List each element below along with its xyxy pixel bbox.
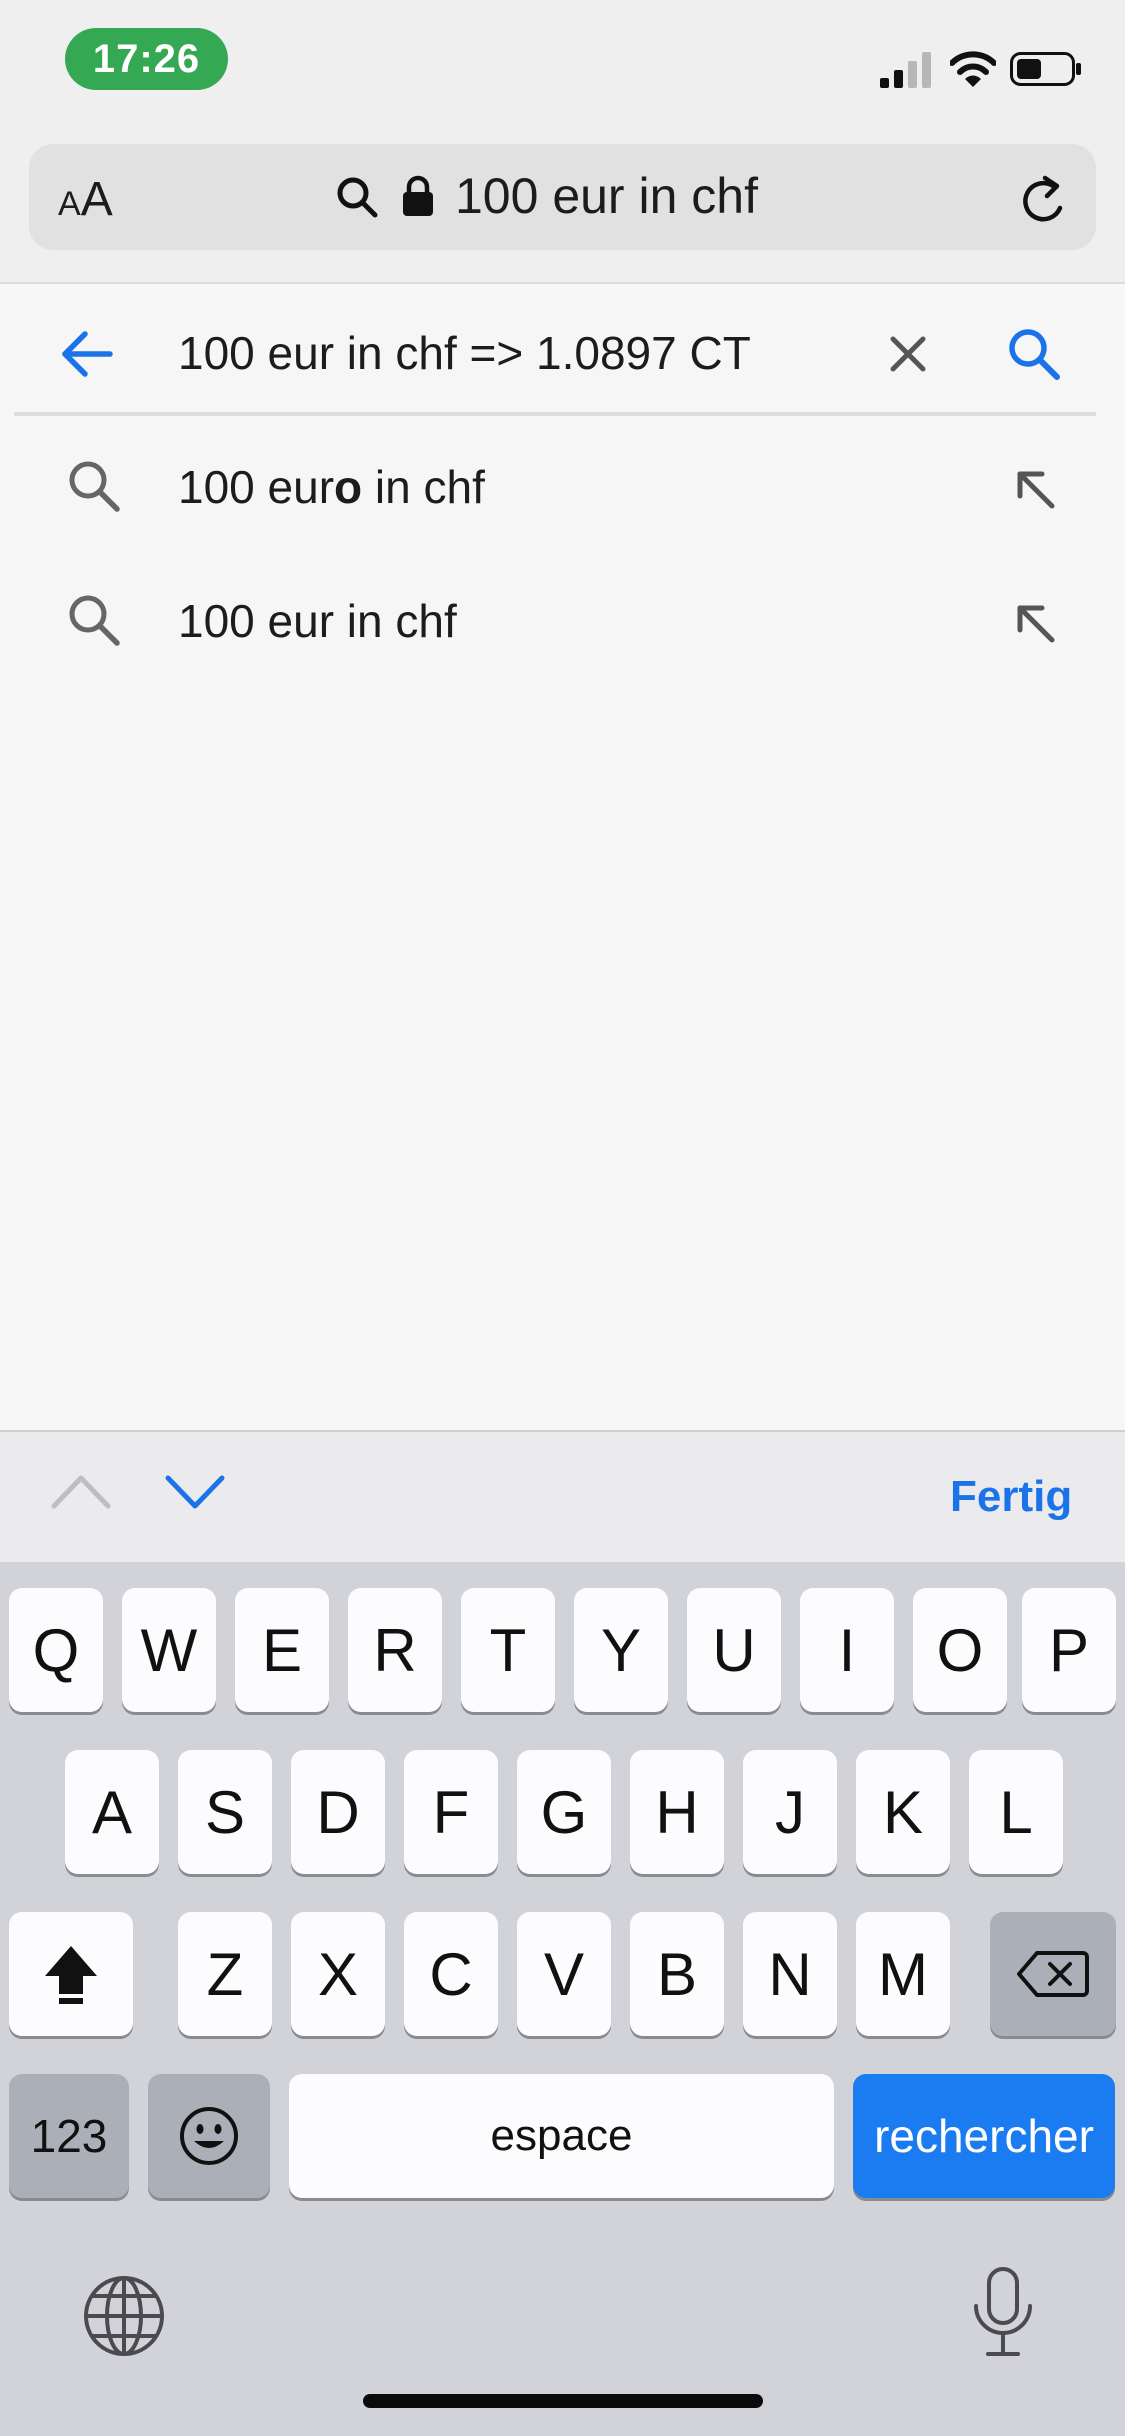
key-v[interactable]: V <box>517 1912 611 2036</box>
key-j[interactable]: J <box>743 1750 837 1874</box>
key-z[interactable]: Z <box>178 1912 272 2036</box>
key-w[interactable]: W <box>122 1588 216 1712</box>
fill-arrow-icon[interactable] <box>1012 466 1058 512</box>
lock-icon <box>403 175 433 216</box>
globe-icon[interactable] <box>82 2274 166 2358</box>
key-s[interactable]: S <box>178 1750 272 1874</box>
key-l[interactable]: L <box>969 1750 1063 1874</box>
search-return-key[interactable]: rechercher <box>853 2074 1115 2198</box>
key-h[interactable]: H <box>630 1750 724 1874</box>
clear-icon[interactable] <box>888 334 928 374</box>
key-d[interactable]: D <box>291 1750 385 1874</box>
key-x[interactable]: X <box>291 1912 385 2036</box>
search-icon[interactable] <box>1006 326 1062 382</box>
suggestion-text-prefix: 100 eur <box>178 461 335 513</box>
key-u[interactable]: U <box>687 1588 781 1712</box>
emoji-key[interactable] <box>148 2074 270 2198</box>
chevron-down-icon[interactable] <box>164 1470 226 1514</box>
key-e[interactable]: E <box>235 1588 329 1712</box>
delete-icon <box>1017 1951 1089 1997</box>
key-i[interactable]: I <box>800 1588 894 1712</box>
keyboard: Q W E R T Y U I O P A S D F G H J K L Z … <box>0 1562 1125 2436</box>
search-icon <box>69 461 120 512</box>
delete-key[interactable] <box>990 1912 1116 2036</box>
signal-icon <box>880 52 931 88</box>
suggestion-text[interactable]: 100 euro in chf <box>178 460 485 514</box>
space-key[interactable]: espace <box>289 2074 834 2198</box>
key-c[interactable]: C <box>404 1912 498 2036</box>
suggestion-text-completion: o <box>334 461 363 513</box>
suggestion-text-suffix: in chf <box>362 461 485 513</box>
key-q[interactable]: Q <box>9 1588 103 1712</box>
search-icon <box>337 177 378 218</box>
status-time[interactable]: 17:26 <box>65 28 228 90</box>
text-size-large: A <box>80 173 113 226</box>
key-a[interactable]: A <box>65 1750 159 1874</box>
wifi-icon <box>950 51 996 87</box>
key-r[interactable]: R <box>348 1588 442 1712</box>
suggestion-text[interactable]: 100 eur in chf <box>178 594 457 648</box>
key-m[interactable]: M <box>856 1912 950 2036</box>
key-y[interactable]: Y <box>574 1588 668 1712</box>
search-divider <box>14 412 1096 416</box>
done-button[interactable]: Fertig <box>950 1472 1072 1522</box>
home-indicator[interactable] <box>363 2394 763 2408</box>
fill-arrow-icon[interactable] <box>1012 600 1058 646</box>
suggestion-text-prefix: 100 eur in chf <box>178 595 457 647</box>
key-b[interactable]: B <box>630 1912 724 2036</box>
chevron-up-icon[interactable] <box>50 1470 112 1514</box>
key-t[interactable]: T <box>461 1588 555 1712</box>
key-o[interactable]: O <box>913 1588 1007 1712</box>
numbers-key[interactable]: 123 <box>9 2074 129 2198</box>
suggestion-item[interactable] <box>0 552 1125 686</box>
shift-key[interactable] <box>9 1912 133 2036</box>
battery-icon <box>1010 52 1081 86</box>
emoji-icon <box>180 2107 238 2165</box>
key-f[interactable]: F <box>404 1750 498 1874</box>
shift-icon <box>45 1946 97 2004</box>
text-size-small: A <box>58 185 81 223</box>
search-icon <box>69 595 120 646</box>
key-g[interactable]: G <box>517 1750 611 1874</box>
address-url-text[interactable]: 100 eur in chf <box>455 167 758 225</box>
key-k[interactable]: K <box>856 1750 950 1874</box>
key-p[interactable]: P <box>1022 1588 1116 1712</box>
suggestion-item[interactable] <box>0 418 1125 552</box>
key-n[interactable]: N <box>743 1912 837 2036</box>
microphone-icon[interactable] <box>970 2266 1036 2360</box>
reload-icon[interactable] <box>1015 172 1073 230</box>
back-arrow-icon[interactable] <box>60 330 114 378</box>
text-size-button[interactable]: AA <box>58 172 113 227</box>
search-input[interactable]: 100 eur in chf => 1.0897 CT <box>178 326 751 380</box>
